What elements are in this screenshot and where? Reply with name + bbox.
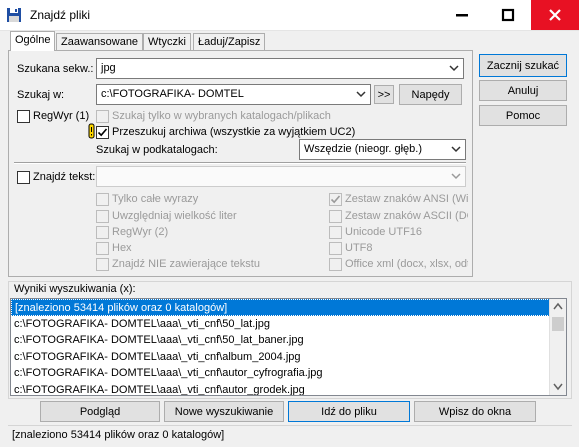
- search-in-value: c:\FOTOGRAFIKA- DOMTEL: [101, 88, 244, 100]
- office-xml-checkbox[interactable]: [329, 258, 342, 271]
- whole-words-checkbox[interactable]: [96, 193, 109, 206]
- ansi-label: Zestaw znaków ANSI (Wi: [345, 193, 468, 205]
- search-in-label: Szukaj w:: [17, 89, 65, 101]
- results-list[interactable]: [znaleziono 53414 plików oraz 0 katalogó…: [10, 298, 567, 396]
- browse-button[interactable]: >>: [374, 85, 394, 104]
- chevron-down-icon: [449, 65, 459, 72]
- tab-load-save[interactable]: Ładuj/Zapisz: [193, 33, 266, 51]
- office-xml-label: Office xml (docx, xlsx, odt i: [345, 258, 468, 270]
- floppy-disk-icon: [7, 8, 21, 22]
- list-item[interactable]: [znaleziono 53414 plików oraz 0 katalogó…: [11, 299, 566, 316]
- new-search-button[interactable]: Nowe wyszukiwanie: [164, 401, 284, 422]
- tab-general[interactable]: Ogólne: [10, 31, 56, 51]
- minimize-button[interactable]: [439, 0, 485, 30]
- vertical-scrollbar[interactable]: [549, 299, 566, 395]
- status-bar: [znaleziono 53414 plików oraz 0 katalogó…: [8, 425, 572, 444]
- not-containing-label: Znajdź NIE zawierające tekstu: [112, 258, 260, 270]
- tab-plugins[interactable]: Wtyczki: [143, 33, 191, 51]
- chevron-down-icon: [451, 173, 461, 180]
- tab-advanced[interactable]: Zaawansowane: [56, 33, 144, 51]
- whole-words-label: Tylko całe wyrazy: [112, 193, 199, 205]
- hex-checkbox[interactable]: [96, 242, 109, 255]
- utf8-checkbox[interactable]: [329, 242, 342, 255]
- hex-label: Hex: [112, 242, 132, 254]
- cancel-button[interactable]: Anuluj: [479, 80, 567, 101]
- ansi-checkbox[interactable]: [329, 193, 342, 206]
- checkmark-icon: [97, 128, 108, 137]
- separator: [14, 162, 466, 164]
- scrollbar-thumb[interactable]: [552, 317, 564, 331]
- case-sensitive-label: Uwzględniaj wielkość liter: [112, 210, 237, 222]
- search-for-value: jpg: [101, 62, 116, 74]
- utf8-label: UTF8: [345, 242, 373, 254]
- utf16-label: Unicode UTF16: [345, 226, 423, 238]
- search-for-combo[interactable]: jpg: [96, 58, 464, 79]
- drives-button[interactable]: Napędy: [399, 84, 462, 105]
- subdirs-combo[interactable]: Wszędzie (nieogr. głęb.): [299, 139, 466, 160]
- regex1-label: RegWyr (1): [33, 110, 90, 122]
- scroll-down-icon[interactable]: [553, 383, 563, 391]
- start-search-button[interactable]: Zacznij szukać: [479, 54, 567, 77]
- ascii-checkbox[interactable]: [329, 210, 342, 223]
- search-in-combo[interactable]: c:\FOTOGRAFIKA- DOMTEL: [96, 84, 371, 105]
- status-text: [znaleziono 53414 plików oraz 0 katalogó…: [12, 429, 225, 441]
- regex1-checkbox[interactable]: [17, 110, 30, 123]
- title-bar[interactable]: Znajdź pliki: [0, 0, 579, 31]
- only-selected-label: Szukaj tylko w wybranych katalogach/plik…: [112, 110, 331, 122]
- utf16-checkbox[interactable]: [329, 226, 342, 239]
- ascii-label: Zestaw znaków ASCII (DC: [345, 210, 468, 222]
- find-text-checkbox[interactable]: [17, 171, 30, 184]
- list-item[interactable]: c:\FOTOGRAFIKA- DOMTEL\aaa\_vti_cnf\50_l…: [11, 316, 566, 333]
- goto-file-button[interactable]: Idź do pliku: [288, 401, 410, 422]
- checkmark-icon: [330, 195, 341, 204]
- regex2-label: RegWyr (2): [112, 226, 169, 238]
- regex2-checkbox[interactable]: [96, 226, 109, 239]
- search-for-label: Szukana sekw.:: [17, 63, 94, 75]
- archives-checkbox[interactable]: [96, 126, 109, 139]
- maximize-icon: [501, 8, 515, 22]
- list-item[interactable]: c:\FOTOGRAFIKA- DOMTEL\aaa\_vti_cnf\auto…: [11, 382, 566, 396]
- feed-to-window-button[interactable]: Wpisz do okna: [414, 401, 536, 422]
- minimize-icon: [456, 14, 468, 17]
- warning-icon: [88, 123, 95, 139]
- scroll-up-icon[interactable]: [553, 302, 563, 310]
- chevron-down-icon: [356, 91, 366, 98]
- archives-label: Przeszukuj archiwa (wszystkie za wyjątki…: [112, 126, 356, 138]
- list-item[interactable]: c:\FOTOGRAFIKA- DOMTEL\aaa\_vti_cnf\albu…: [11, 349, 566, 366]
- maximize-button[interactable]: [485, 0, 531, 30]
- list-item[interactable]: c:\FOTOGRAFIKA- DOMTEL\aaa\_vti_cnf\auto…: [11, 365, 566, 382]
- chevron-down-icon: [451, 146, 461, 153]
- close-button[interactable]: [531, 0, 579, 30]
- results-label: Wyniki wyszukiwania (x):: [14, 283, 136, 295]
- help-button[interactable]: Pomoc: [479, 105, 567, 126]
- view-button[interactable]: Podgląd: [40, 401, 160, 422]
- find-text-label: Znajdź tekst:: [33, 171, 96, 183]
- subdirs-label: Szukaj w podkatalogach:: [96, 144, 218, 156]
- window-title: Znajdź pliki: [30, 8, 91, 22]
- not-containing-checkbox[interactable]: [96, 258, 109, 271]
- only-selected-checkbox[interactable]: [96, 110, 109, 123]
- find-text-combo[interactable]: [96, 166, 466, 187]
- close-icon: [549, 9, 561, 21]
- subdirs-value: Wszędzie (nieogr. głęb.): [304, 143, 422, 155]
- case-sensitive-checkbox[interactable]: [96, 210, 109, 223]
- list-item[interactable]: c:\FOTOGRAFIKA- DOMTEL\aaa\_vti_cnf\50_l…: [11, 332, 566, 349]
